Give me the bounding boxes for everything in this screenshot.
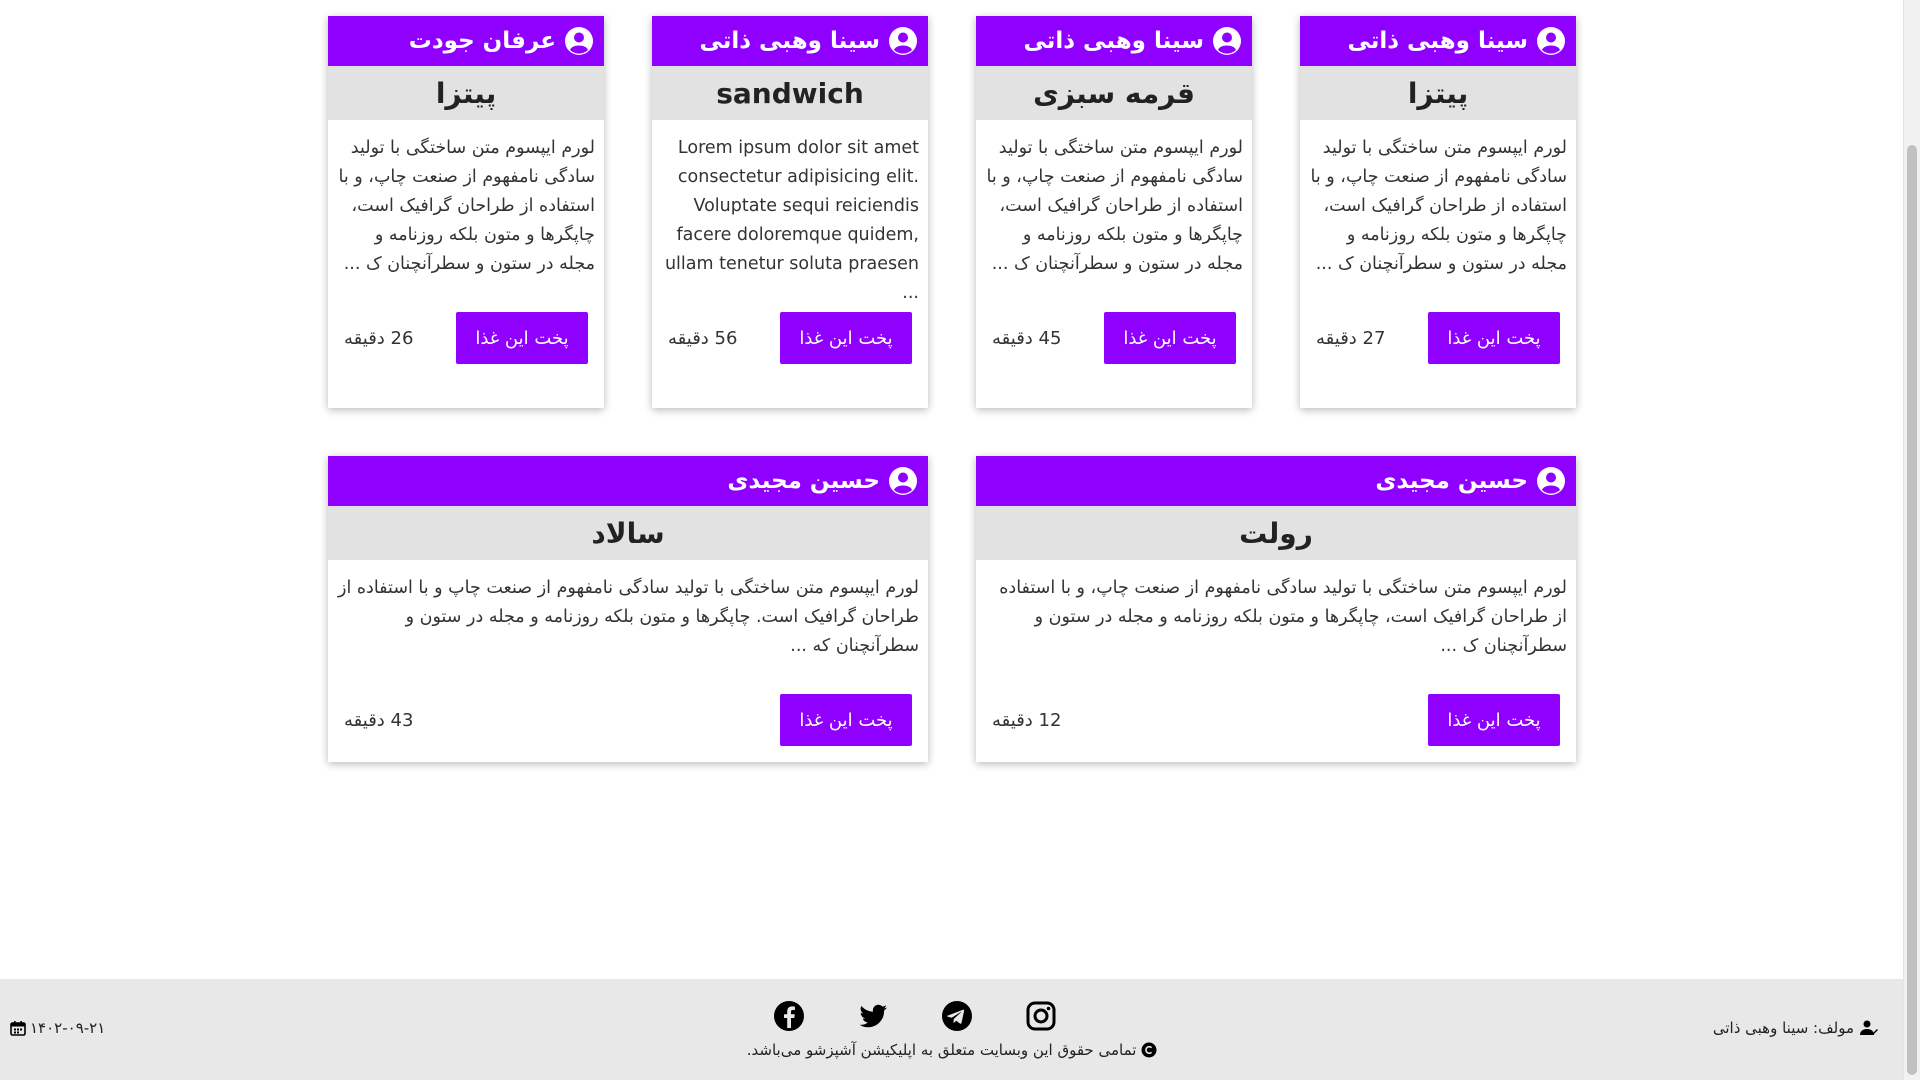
card-description: لورم ایپسوم متن ساختگی با تولید سادگی نا… [986, 138, 1243, 274]
user-pen-icon [1860, 1020, 1878, 1035]
user-circle-icon [1537, 27, 1565, 55]
card-header: سینا وهبی ذاتی [652, 16, 928, 66]
date-label: ۱۴۰۲-۰۹-۲۱ [30, 1019, 106, 1037]
cook-button[interactable]: پخت این غذا [780, 312, 912, 364]
card-header: عرفان جودت [328, 16, 604, 66]
card-description: لورم ایپسوم متن ساختگی با تولید سادگی نا… [338, 578, 919, 656]
vertical-scrollbar[interactable] [1903, 0, 1920, 1080]
card-header: سینا وهبی ذاتی [1300, 16, 1576, 66]
card-description: لورم ایپسوم متن ساختگی با تولید سادگی نا… [1310, 138, 1567, 274]
card-author: حسین مجیدی [1375, 468, 1528, 494]
facebook-icon[interactable] [772, 999, 806, 1033]
card-description: لورم ایپسوم متن ساختگی با تولید سادگی نا… [338, 138, 595, 274]
card-footer: پخت این غذا 43 دقیقه [328, 694, 928, 762]
card-title: قرمه سبزی [976, 66, 1252, 120]
recipe-card: عرفان جودت پیتزا لورم ایپسوم متن ساختگی … [328, 16, 604, 408]
cook-time: 26 دقیقه [344, 327, 414, 349]
cook-time: 43 دقیقه [344, 709, 414, 731]
recipe-card: حسین مجیدی سالاد لورم ایپسوم متن ساختگی … [328, 456, 928, 762]
cook-time: 45 دقیقه [992, 327, 1062, 349]
recipe-row-top: سینا وهبی ذاتی پیتزا لورم ایپسوم متن ساخ… [328, 16, 1576, 408]
twitter-icon[interactable] [856, 999, 890, 1033]
cook-button[interactable]: پخت این غذا [1428, 694, 1560, 746]
card-author: سینا وهبی ذاتی [699, 28, 880, 54]
card-title: رولت [976, 506, 1576, 560]
footer-date: ۱۴۰۲-۰۹-۲۱ [10, 1019, 105, 1037]
user-circle-icon [1213, 27, 1241, 55]
card-header: سینا وهبی ذاتی [976, 16, 1252, 66]
cook-time: 12 دقیقه [992, 709, 1062, 731]
card-author: عرفان جودت [408, 28, 556, 54]
copyright-label: تمامی حقوق این وبسایت متعلق به اپلیکیشن … [746, 1041, 1137, 1059]
card-footer: پخت این غذا 26 دقیقه [328, 312, 604, 408]
recipe-row-bottom: حسین مجیدی رولت لورم ایپسوم متن ساختگی ب… [328, 456, 1576, 762]
user-circle-icon [889, 27, 917, 55]
card-footer: پخت این غذا 12 دقیقه [976, 694, 1576, 762]
card-header: حسین مجیدی [976, 456, 1576, 506]
cook-button[interactable]: پخت این غذا [780, 694, 912, 746]
instagram-icon[interactable] [1024, 999, 1058, 1033]
author-credit: مولف: سینا وهبی ذاتی [1713, 1019, 1878, 1037]
recipe-grid: سینا وهبی ذاتی پیتزا لورم ایپسوم متن ساخ… [328, 0, 1576, 810]
card-title: پیتزا [1300, 66, 1576, 120]
card-author: حسین مجیدی [727, 468, 880, 494]
calendar-icon [10, 1021, 26, 1036]
card-footer: پخت این غذا 27 دقیقه [1300, 312, 1576, 408]
card-title: پیتزا [328, 66, 604, 120]
card-title: sandwich [652, 66, 928, 120]
cook-button[interactable]: پخت این غذا [1428, 312, 1560, 364]
recipe-card: سینا وهبی ذاتی پیتزا لورم ایپسوم متن ساخ… [1300, 16, 1576, 408]
author-label: مولف: سینا وهبی ذاتی [1712, 1019, 1854, 1037]
recipe-card: حسین مجیدی رولت لورم ایپسوم متن ساختگی ب… [976, 456, 1576, 762]
card-author: سینا وهبی ذاتی [1347, 28, 1528, 54]
card-author: سینا وهبی ذاتی [1023, 28, 1204, 54]
telegram-icon[interactable] [940, 999, 974, 1033]
card-description: Lorem ipsum dolor sit amet consectetur a… [664, 138, 919, 303]
recipe-card: سینا وهبی ذاتی قرمه سبزی لورم ایپسوم متن… [976, 16, 1252, 408]
scrollbar-thumb[interactable] [1907, 145, 1917, 1075]
card-footer: پخت این غذا 56 دقیقه [652, 312, 928, 408]
cook-button[interactable]: پخت این غذا [456, 312, 588, 364]
card-description: لورم ایپسوم متن ساختگی با تولید سادگی نا… [999, 578, 1567, 656]
recipe-card: سینا وهبی ذاتی sandwich Lorem ipsum dolo… [652, 16, 928, 408]
cook-button[interactable]: پخت این غذا [1104, 312, 1236, 364]
user-circle-icon [889, 467, 917, 495]
cook-time: 56 دقیقه [668, 327, 738, 349]
site-footer: تمامی حقوق این وبسایت متعلق به اپلیکیشن … [0, 979, 1904, 1080]
page: سینا وهبی ذاتی پیتزا لورم ایپسوم متن ساخ… [0, 0, 1904, 1080]
card-title: سالاد [328, 506, 928, 560]
card-header: حسین مجیدی [328, 456, 928, 506]
user-circle-icon [565, 27, 593, 55]
card-footer: پخت این غذا 45 دقیقه [976, 312, 1252, 408]
copyright-icon [1141, 1042, 1157, 1058]
copyright-text: تمامی حقوق این وبسایت متعلق به اپلیکیشن … [0, 1041, 1904, 1059]
user-circle-icon [1537, 467, 1565, 495]
cook-time: 27 دقیقه [1316, 327, 1386, 349]
social-links [772, 999, 1058, 1033]
